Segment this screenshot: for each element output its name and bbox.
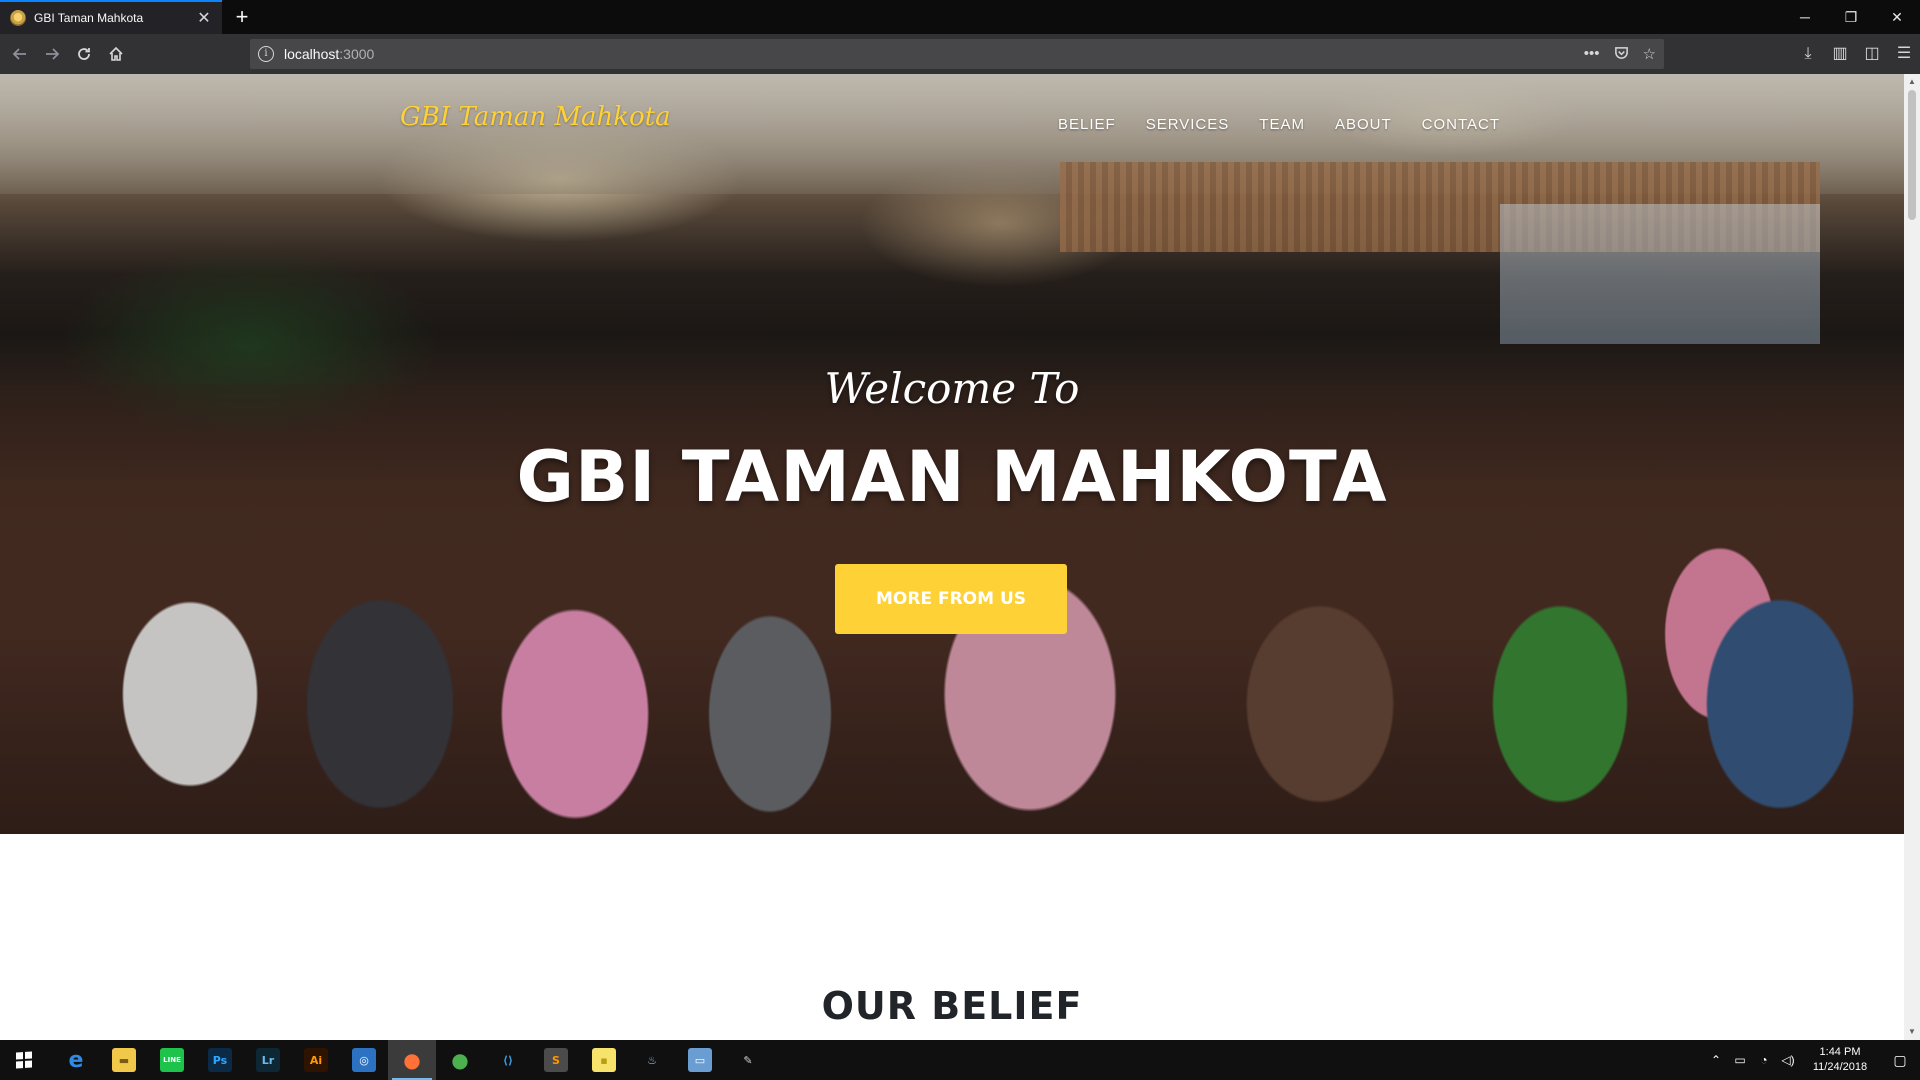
system-tray: ⌃ ▭ ◔ ◁) 1:44 PM 11/24/2018 ▢ — [1704, 1040, 1920, 1080]
volume-icon[interactable]: ◁) — [1776, 1053, 1800, 1067]
taskbar-app-photoshop[interactable]: Ps — [196, 1040, 244, 1080]
photoshop-icon: Ps — [208, 1048, 232, 1072]
line-icon: LINE — [160, 1048, 184, 1072]
taskbar-app-remote-desktop[interactable]: ▭ — [676, 1040, 724, 1080]
hero-section: GBI Taman Mahkota BELIEF SERVICES TEAM A… — [0, 74, 1904, 834]
scrollbar-thumb[interactable] — [1908, 90, 1916, 220]
taskbar-app-instagram[interactable]: ◎ — [340, 1040, 388, 1080]
page-scrollbar[interactable]: ▲ ▼ — [1904, 74, 1920, 1040]
url-text[interactable]: localhost:3000 — [284, 46, 1584, 62]
page-viewport: GBI Taman Mahkota BELIEF SERVICES TEAM A… — [0, 74, 1904, 1040]
menu-item-services[interactable]: SERVICES — [1146, 116, 1230, 133]
wifi-icon[interactable]: ◔ — [1752, 1053, 1776, 1067]
taskbar: e ▬ LINE Ps Lr Ai ◎ ● ● ⟨⟩ S ▪ ♨ ▭ ✎ ⌃ ▭ ◔ ◁) 1:44 PM … — [0, 1040, 1920, 1080]
sticky-notes-icon: ▪ — [592, 1048, 616, 1072]
taskbar-app-file-explorer[interactable]: ▬ — [100, 1040, 148, 1080]
more-from-us-button[interactable]: MORE FROM US — [835, 564, 1067, 634]
notifications-icon[interactable]: ▢ — [1880, 1052, 1920, 1069]
file-explorer-icon: ▬ — [112, 1048, 136, 1072]
clock[interactable]: 1:44 PM 11/24/2018 — [1800, 1045, 1880, 1075]
tab-bar: GBI Taman Mahkota ✕ + ─ ❐ ✕ — [0, 0, 1920, 34]
battery-icon[interactable]: ▭ — [1728, 1053, 1752, 1067]
instagram-icon: ◎ — [352, 1048, 376, 1072]
taskbar-apps: e ▬ LINE Ps Lr Ai ◎ ● ● ⟨⟩ S ▪ ♨ ▭ ✎ — [52, 1040, 772, 1080]
page-actions-icon[interactable]: ••• — [1584, 45, 1600, 64]
tab-title: GBI Taman Mahkota — [34, 11, 144, 25]
our-belief-heading: OUR BELIEF — [821, 984, 1083, 1028]
edge-icon: e — [68, 1047, 84, 1073]
taskbar-app-sticky-notes[interactable]: ▪ — [580, 1040, 628, 1080]
site-brand[interactable]: GBI Taman Mahkota — [400, 102, 671, 132]
taskbar-app-vscode[interactable]: ⟨⟩ — [484, 1040, 532, 1080]
bookmark-star-icon[interactable]: ☆ — [1643, 45, 1656, 64]
back-arrow-icon[interactable] — [6, 40, 34, 68]
remote-desktop-icon: ▭ — [688, 1048, 712, 1072]
menu-item-about[interactable]: ABOUT — [1335, 116, 1392, 133]
clock-time: 1:44 PM — [1819, 1046, 1861, 1058]
url-bar[interactable]: i localhost:3000 ••• ☆ — [250, 39, 1664, 69]
sidebar-icon[interactable]: ◫ — [1856, 40, 1888, 68]
chrome-icon: ● — [451, 1048, 469, 1072]
forward-arrow-icon[interactable] — [38, 40, 66, 68]
menu-item-belief[interactable]: BELIEF — [1058, 116, 1116, 133]
new-tab-button[interactable]: + — [228, 3, 256, 31]
toolbar-right: ⤓ ▥ ◫ ☰ — [1792, 40, 1920, 68]
minimize-button[interactable]: ─ — [1782, 0, 1828, 34]
taskbar-app-steam[interactable]: ♨ — [628, 1040, 676, 1080]
url-actions: ••• ☆ — [1584, 45, 1656, 64]
site-navbar: GBI Taman Mahkota BELIEF SERVICES TEAM A… — [0, 74, 1904, 174]
taskbar-app-illustrator[interactable]: Ai — [292, 1040, 340, 1080]
vscode-icon: ⟨⟩ — [502, 1053, 514, 1067]
start-button[interactable] — [0, 1040, 48, 1080]
home-icon[interactable] — [102, 40, 130, 68]
close-window-button[interactable]: ✕ — [1874, 0, 1920, 34]
windows-logo-icon — [16, 1051, 32, 1069]
steam-icon: ♨ — [647, 1053, 657, 1067]
hero-heading: GBI TAMAN MAHKOTA — [516, 436, 1388, 518]
hero-subheading: Welcome To — [824, 364, 1080, 413]
site-menu: BELIEF SERVICES TEAM ABOUT CONTACT — [1058, 116, 1500, 133]
reload-icon[interactable] — [70, 40, 98, 68]
taskbar-app-paint[interactable]: ✎ — [724, 1040, 772, 1080]
scroll-up-icon[interactable]: ▲ — [1904, 74, 1920, 90]
taskbar-app-line[interactable]: LINE — [148, 1040, 196, 1080]
taskbar-app-edge[interactable]: e — [52, 1040, 100, 1080]
window-controls: ─ ❐ ✕ — [1782, 0, 1920, 34]
taskbar-app-firefox[interactable]: ● — [388, 1040, 436, 1080]
site-favicon-icon — [10, 10, 26, 26]
taskbar-app-sublime[interactable]: S — [532, 1040, 580, 1080]
paint-icon: ✎ — [743, 1053, 753, 1067]
chevron-up-icon[interactable]: ⌃ — [1704, 1053, 1728, 1067]
browser-tab[interactable]: GBI Taman Mahkota ✕ — [0, 0, 222, 34]
site-info-icon[interactable]: i — [258, 46, 274, 62]
browser-toolbar: i localhost:3000 ••• ☆ ⤓ ▥ ◫ ☰ — [0, 34, 1920, 74]
firefox-icon: ● — [403, 1048, 421, 1072]
menu-icon[interactable]: ☰ — [1888, 40, 1920, 68]
url-port: :3000 — [339, 46, 375, 62]
pocket-icon[interactable] — [1614, 45, 1629, 64]
menu-item-contact[interactable]: CONTACT — [1422, 116, 1500, 133]
taskbar-app-chrome[interactable]: ● — [436, 1040, 484, 1080]
taskbar-app-lightroom[interactable]: Lr — [244, 1040, 292, 1080]
download-icon[interactable]: ⤓ — [1792, 40, 1824, 68]
scroll-down-icon[interactable]: ▼ — [1904, 1024, 1920, 1040]
lightroom-icon: Lr — [256, 1048, 280, 1072]
sublime-icon: S — [544, 1048, 568, 1072]
close-tab-icon[interactable]: ✕ — [196, 8, 212, 28]
illustrator-icon: Ai — [304, 1048, 328, 1072]
clock-date: 11/24/2018 — [1812, 1061, 1868, 1073]
menu-item-team[interactable]: TEAM — [1259, 116, 1305, 133]
url-host: localhost — [284, 46, 340, 62]
restore-button[interactable]: ❐ — [1828, 0, 1874, 34]
library-icon[interactable]: ▥ — [1824, 40, 1856, 68]
